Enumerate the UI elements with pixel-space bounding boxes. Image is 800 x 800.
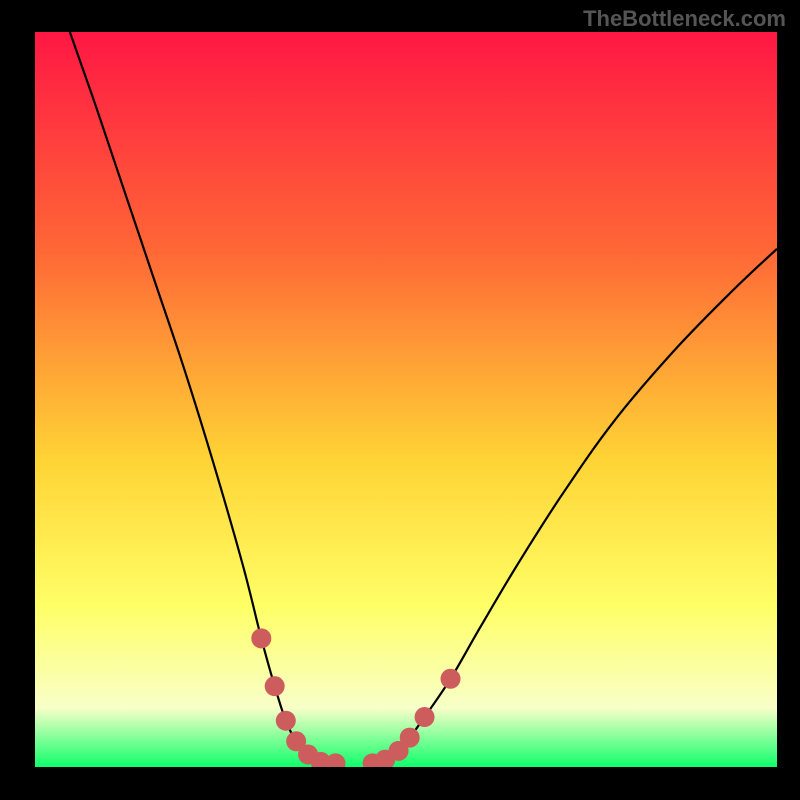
marker-dot	[441, 669, 461, 689]
marker-dot	[251, 628, 271, 648]
plot-background	[35, 32, 777, 767]
marker-dot	[265, 676, 285, 696]
marker-dot	[326, 753, 346, 773]
bottleneck-chart	[0, 0, 800, 800]
marker-dot	[400, 728, 420, 748]
marker-dot	[415, 707, 435, 727]
chart-stage: TheBottleneck.com	[0, 0, 800, 800]
marker-dot	[276, 711, 296, 731]
